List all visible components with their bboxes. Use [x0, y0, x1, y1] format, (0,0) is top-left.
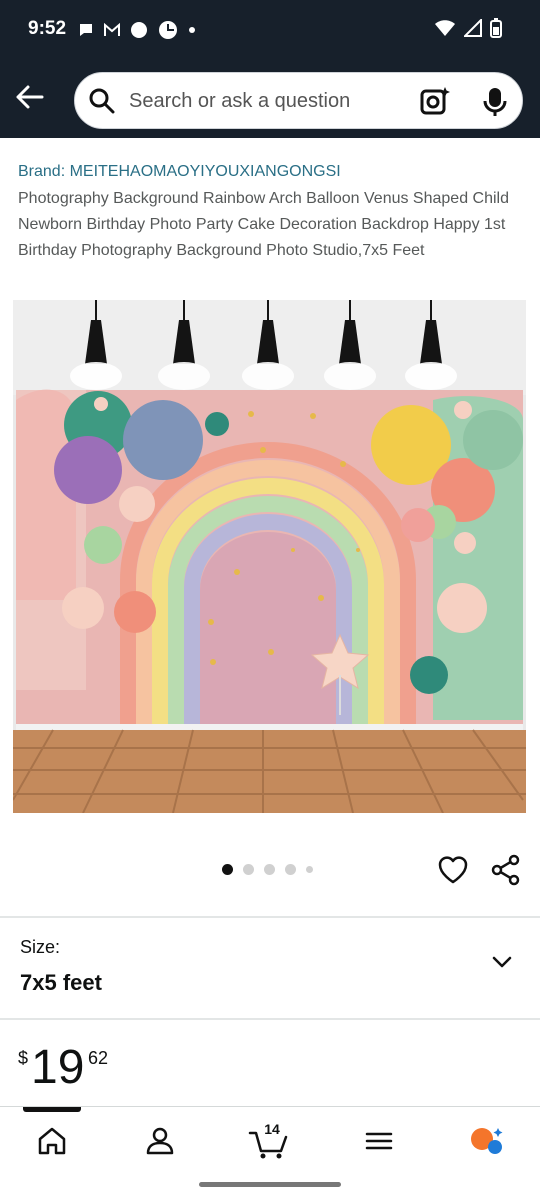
active-tab-indicator: [23, 1107, 81, 1112]
price-whole: 19: [31, 1041, 85, 1094]
wifi-icon: [435, 20, 455, 36]
chat-icon: [80, 24, 92, 36]
size-label: Size:: [20, 937, 61, 957]
status-bar: 9:52: [0, 0, 540, 58]
nav-home[interactable]: [30, 1121, 74, 1161]
search-header: [0, 58, 540, 138]
price-fraction: 62: [88, 1048, 109, 1068]
signal-icon: [464, 19, 482, 37]
rufus-icon: [471, 1128, 503, 1154]
pagination-dot[interactable]: [285, 864, 296, 875]
size-value: 7x5 feet: [20, 970, 102, 995]
dot-icon: [189, 27, 195, 33]
pagination-dot[interactable]: [306, 866, 313, 873]
menu-icon: [365, 1132, 393, 1150]
search-input[interactable]: [129, 87, 389, 115]
share-icon[interactable]: [490, 854, 522, 886]
notification-icons: [78, 20, 196, 40]
cart-count: 14: [264, 1121, 280, 1137]
camera-lens-icon[interactable]: [419, 85, 451, 117]
back-arrow-icon[interactable]: [14, 82, 44, 112]
home-indicator[interactable]: [199, 1182, 341, 1187]
nav-menu[interactable]: [357, 1121, 401, 1161]
chevron-down-icon[interactable]: [490, 950, 514, 974]
system-icons: [434, 18, 502, 38]
pinwheel-icon: [159, 21, 177, 39]
battery-icon: [490, 18, 502, 38]
nav-rufus[interactable]: [466, 1121, 510, 1161]
divider: [0, 916, 540, 918]
home-icon: [38, 1127, 66, 1155]
product-title: Photography Background Rainbow Arch Ball…: [18, 190, 509, 259]
pagination-dot[interactable]: [264, 864, 275, 875]
status-time: 9:52: [28, 18, 67, 39]
nav-account[interactable]: [138, 1121, 182, 1161]
search-icon: [89, 88, 115, 114]
product-image[interactable]: [13, 300, 526, 813]
image-pagination: [222, 864, 313, 875]
heart-icon[interactable]: [437, 854, 469, 886]
search-box[interactable]: [74, 72, 523, 129]
brand-link[interactable]: Brand: MEITEHAOMAOYIYOUXIANGONGSI: [18, 163, 341, 181]
circle-icon: [131, 22, 147, 38]
divider: [0, 1018, 540, 1020]
nav-cart[interactable]: 14: [248, 1121, 292, 1161]
gmail-icon: [104, 23, 120, 36]
pagination-dot[interactable]: [243, 864, 254, 875]
microphone-icon[interactable]: [483, 86, 507, 118]
account-icon: [146, 1127, 174, 1155]
price-symbol: $: [18, 1048, 29, 1068]
pagination-dot[interactable]: [222, 864, 233, 875]
